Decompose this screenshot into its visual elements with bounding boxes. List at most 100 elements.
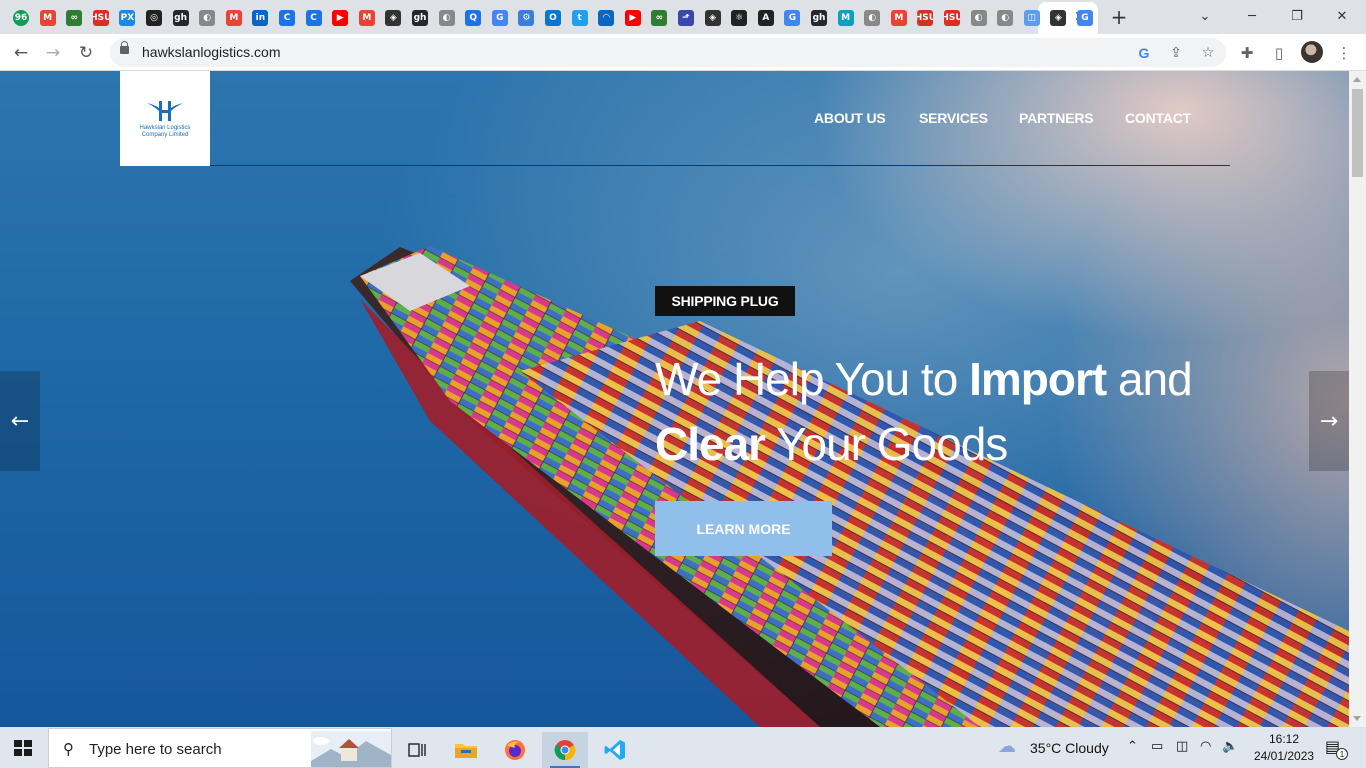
minimize-button[interactable]: ─ bbox=[1237, 4, 1267, 28]
browser-tab[interactable]: gh bbox=[168, 5, 194, 31]
browser-tab[interactable]: PX bbox=[114, 5, 140, 31]
browser-tab[interactable]: M bbox=[221, 5, 247, 31]
wifi-icon[interactable]: ◠ bbox=[1200, 739, 1211, 754]
browser-tab[interactable]: ◐ bbox=[194, 5, 220, 31]
clock-date: 24/01/2023 bbox=[1254, 749, 1315, 763]
restore-button[interactable]: ❐ bbox=[1282, 4, 1312, 28]
tab-favicon-icon: C bbox=[305, 10, 322, 26]
windows-taskbar: ⚲ Type here to search ☁ 35°C Cloudy ⌃ ▭ … bbox=[0, 728, 1366, 768]
scrollbar-thumb[interactable] bbox=[1352, 89, 1363, 177]
system-clock[interactable]: 16:12 24/01/2023 bbox=[1254, 731, 1314, 765]
tab-favicon-icon: ◐ bbox=[970, 10, 987, 26]
browser-tab[interactable]: HSU bbox=[939, 5, 965, 31]
browser-tab[interactable]: G bbox=[1072, 5, 1098, 31]
browser-tab[interactable]: M bbox=[354, 5, 380, 31]
reload-icon[interactable]: ↻ bbox=[73, 40, 99, 66]
windows-start-icon[interactable] bbox=[14, 740, 32, 756]
google-lens-icon[interactable]: G bbox=[1134, 43, 1154, 63]
browser-tab[interactable]: HSU bbox=[912, 5, 938, 31]
browser-tab[interactable]: ◈ bbox=[700, 5, 726, 31]
browser-tab[interactable]: ⬏ bbox=[673, 5, 699, 31]
browser-tab[interactable]: ⚙ bbox=[513, 5, 539, 31]
vscode-icon[interactable] bbox=[592, 732, 638, 768]
chrome-taskbar-icon[interactable] bbox=[542, 732, 588, 768]
nav-partners[interactable]: PARTNERS bbox=[1019, 110, 1094, 126]
browser-tab[interactable]: ◎ bbox=[141, 5, 167, 31]
task-view-icon[interactable] bbox=[394, 732, 440, 768]
browser-tab[interactable]: gh bbox=[407, 5, 433, 31]
browser-tab[interactable]: ◈ bbox=[1045, 5, 1071, 31]
browser-tab[interactable]: HSU bbox=[88, 5, 114, 31]
slider-prev-arrow-icon[interactable]: ← bbox=[0, 371, 40, 471]
browser-tab[interactable]: M bbox=[886, 5, 912, 31]
learn-more-button[interactable]: LEARN MORE bbox=[655, 501, 832, 556]
scroll-up-icon[interactable] bbox=[1353, 77, 1361, 82]
address-bar[interactable]: hawkslanlogistics.com G ⇪ ☆ bbox=[110, 38, 1226, 67]
firefox-icon[interactable] bbox=[492, 732, 538, 768]
browser-tab[interactable]: ▶ bbox=[620, 5, 646, 31]
tab-favicon-icon: ◐ bbox=[997, 10, 1014, 26]
profile-avatar[interactable] bbox=[1301, 41, 1323, 63]
browser-tab[interactable]: Q bbox=[460, 5, 486, 31]
browser-tab[interactable]: ▶ bbox=[327, 5, 353, 31]
tab-favicon-icon: 96 bbox=[13, 10, 29, 26]
share-icon[interactable]: ⇪ bbox=[1166, 43, 1186, 63]
volume-icon[interactable]: 🔈 bbox=[1222, 739, 1238, 754]
browser-tab[interactable]: gh bbox=[806, 5, 832, 31]
browser-tab[interactable]: ◐ bbox=[992, 5, 1018, 31]
tab-favicon-icon: ∞ bbox=[651, 10, 668, 26]
browser-tab[interactable]: C bbox=[301, 5, 327, 31]
tab-favicon-icon: ◈ bbox=[385, 10, 402, 26]
tab-search-button[interactable]: ⌄ bbox=[1190, 4, 1220, 28]
browser-tab[interactable]: ◐ bbox=[859, 5, 885, 31]
browser-tab[interactable]: ∞ bbox=[646, 5, 672, 31]
forward-icon[interactable]: → bbox=[40, 40, 66, 66]
tab-favicon-icon: ◎ bbox=[146, 10, 162, 26]
browser-tab[interactable]: O bbox=[540, 5, 566, 31]
side-panel-icon[interactable]: ▯ bbox=[1268, 42, 1290, 64]
browser-tab[interactable]: ∞ bbox=[61, 5, 87, 31]
browser-tab[interactable]: A bbox=[753, 5, 779, 31]
browser-tab[interactable]: G bbox=[487, 5, 513, 31]
page-scrollbar[interactable] bbox=[1349, 71, 1366, 727]
browser-tab[interactable]: C bbox=[274, 5, 300, 31]
tab-favicon-icon: ◐ bbox=[864, 10, 881, 26]
url-text[interactable]: hawkslanlogistics.com bbox=[142, 44, 281, 60]
extensions-icon[interactable]: ✚ bbox=[1236, 42, 1258, 64]
scroll-down-icon[interactable] bbox=[1353, 716, 1361, 721]
tab-favicon-icon: O bbox=[545, 10, 561, 26]
browser-tab[interactable]: in bbox=[247, 5, 273, 31]
battery-icon[interactable]: ▭ bbox=[1151, 739, 1163, 754]
back-icon[interactable]: ← bbox=[8, 40, 34, 66]
browser-tab[interactable]: ◈ bbox=[380, 5, 406, 31]
taskbar-search-box[interactable]: ⚲ Type here to search bbox=[48, 728, 392, 768]
tab-favicon-icon: gh bbox=[412, 10, 428, 26]
browser-tab[interactable]: 96 bbox=[8, 5, 34, 31]
menu-icon[interactable]: ⋮ bbox=[1333, 42, 1355, 64]
bookmark-star-icon[interactable]: ☆ bbox=[1198, 43, 1218, 63]
browser-tab[interactable]: M bbox=[833, 5, 859, 31]
browser-tab[interactable]: ⚛ bbox=[726, 5, 752, 31]
browser-tab[interactable]: ◠ bbox=[593, 5, 619, 31]
site-logo[interactable]: Hawkslan Logistics Company Limited bbox=[120, 71, 210, 166]
nav-services[interactable]: SERVICES bbox=[919, 110, 988, 126]
browser-tab[interactable]: t bbox=[567, 5, 593, 31]
browser-tab[interactable]: G bbox=[779, 5, 805, 31]
browser-tab[interactable]: ◐ bbox=[434, 5, 460, 31]
nav-about-us[interactable]: ABOUT US bbox=[814, 110, 886, 126]
weather-text[interactable]: 35°C Cloudy bbox=[1030, 740, 1109, 756]
weather-cloud-icon[interactable]: ☁ bbox=[998, 736, 1016, 757]
tray-overflow-chevron-icon[interactable]: ⌃ bbox=[1127, 739, 1138, 754]
browser-tab[interactable]: M bbox=[35, 5, 61, 31]
nav-contact[interactable]: CONTACT bbox=[1125, 110, 1191, 126]
camera-icon[interactable]: ◫ bbox=[1176, 739, 1188, 754]
tab-favicon-icon: Q bbox=[465, 10, 482, 26]
tab-favicon-icon: A bbox=[757, 10, 774, 26]
browser-tab[interactable]: ◐ bbox=[966, 5, 992, 31]
new-tab-button[interactable]: + bbox=[1106, 5, 1132, 29]
tab-favicon-icon: ∞ bbox=[66, 10, 83, 26]
file-explorer-icon[interactable] bbox=[443, 732, 489, 768]
slider-next-arrow-icon[interactable]: → bbox=[1309, 371, 1349, 471]
window-close-button[interactable]: ✕ bbox=[1327, 4, 1357, 28]
browser-tab[interactable]: ◫ bbox=[1019, 5, 1045, 31]
